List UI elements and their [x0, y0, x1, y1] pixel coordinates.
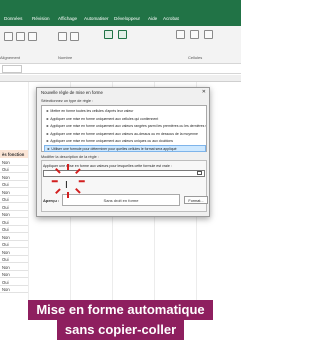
table-cell[interactable]: Non: [0, 158, 28, 166]
tab-donnees[interactable]: Données: [4, 16, 22, 21]
group-label-nombre: Nombre: [58, 55, 73, 60]
rule-type-item[interactable]: ► Appliquer une mise en forme uniquement…: [44, 123, 206, 130]
align-center-icon[interactable]: [16, 32, 25, 41]
tab-developpeur[interactable]: Développeur: [114, 16, 140, 21]
tab-aide[interactable]: Aide: [148, 16, 157, 21]
rule-type-label: Sélectionnez un type de règle :: [41, 99, 94, 103]
new-rule-dialog: Nouvelle règle de mise en forme ✕ Sélect…: [36, 87, 210, 217]
table-cell[interactable]: Oui: [0, 181, 28, 188]
formula-input[interactable]: [43, 170, 205, 177]
text-cursor-icon: I: [65, 180, 68, 191]
close-icon[interactable]: ✕: [202, 89, 206, 95]
click-ray: [67, 164, 69, 170]
format-button[interactable]: Format...: [184, 196, 208, 204]
ribbon-tab-bar: Données Révision Affichage Automatiser D…: [0, 0, 241, 26]
table-cell[interactable]: Non: [0, 233, 28, 241]
table-cell[interactable]: Oui: [0, 203, 28, 211]
percent-icon[interactable]: [70, 32, 79, 41]
table-cell[interactable]: Oui: [0, 256, 28, 263]
rule-type-item[interactable]: ► Appliquer une mise en forme uniquement…: [44, 116, 206, 123]
table-cell[interactable]: Oui: [0, 226, 28, 233]
table-cell[interactable]: Oui: [0, 278, 28, 286]
click-ray: [78, 180, 85, 182]
table-cell[interactable]: Non: [0, 211, 28, 218]
caption-line-2: sans copier-coller: [56, 320, 185, 340]
preview-label: Aperçu :: [43, 198, 60, 203]
name-box[interactable]: [2, 65, 22, 73]
formula-label: Appliquer une mise en forme aux valeurs …: [43, 164, 172, 168]
format-table-icon[interactable]: [118, 30, 127, 39]
caption-line-1: Mise en forme automatique: [28, 300, 213, 320]
table-cell[interactable]: Oui: [0, 241, 28, 248]
rule-type-item[interactable]: ► Mettre en forme toutes les cellules d'…: [44, 108, 206, 115]
table-cell[interactable]: Non: [0, 188, 28, 196]
table-cell[interactable]: Oui: [0, 166, 28, 173]
data-column: ès fonction Non Oui Non Oui Non Oui Oui …: [0, 150, 28, 300]
grid-line: [28, 82, 29, 300]
table-cell[interactable]: Oui: [0, 196, 28, 203]
click-ray: [51, 180, 58, 182]
video-caption: Mise en forme automatique sans copier-co…: [0, 300, 241, 340]
column-headers: [0, 75, 241, 82]
table-cell[interactable]: Non: [0, 173, 28, 181]
number-format-icon[interactable]: [58, 32, 67, 41]
table-cell[interactable]: Non: [0, 263, 28, 271]
click-ray: [67, 192, 69, 198]
table-cell[interactable]: Non: [0, 286, 28, 293]
conditional-format-icon[interactable]: [104, 30, 113, 39]
table-cell[interactable]: Non: [0, 248, 28, 256]
group-label-alignement: Alignement: [0, 55, 21, 60]
tab-revision[interactable]: Révision: [32, 16, 50, 21]
column-header-cell[interactable]: ès fonction: [0, 150, 28, 158]
format-preview: Sans droit en forme: [62, 194, 180, 206]
rule-type-list[interactable]: ► Mettre en forme toutes les cellules d'…: [41, 105, 207, 152]
rule-type-item-formula[interactable]: ► Utiliser une formule pour déterminer p…: [44, 145, 206, 152]
collapse-dialog-icon[interactable]: [197, 171, 202, 175]
insert-cells-icon[interactable]: [176, 30, 185, 39]
tab-automatiser[interactable]: Automatiser: [84, 16, 109, 21]
rule-type-item[interactable]: ► Appliquer une mise en forme uniquement…: [44, 131, 206, 138]
ribbon-body: Alignement Nombre Cellules: [0, 26, 241, 64]
table-cell[interactable]: Non: [0, 271, 28, 278]
dialog-title: Nouvelle règle de mise en forme: [41, 90, 103, 95]
edit-description-label: Modifier la description de la règle :: [41, 155, 99, 159]
tab-affichage[interactable]: Affichage: [58, 16, 77, 21]
delete-cells-icon[interactable]: [190, 30, 199, 39]
format-cells-icon[interactable]: [204, 30, 213, 39]
align-left-icon[interactable]: [4, 32, 13, 41]
formula-bar[interactable]: [0, 64, 241, 74]
group-label-cellules: Cellules: [188, 55, 203, 60]
table-cell[interactable]: Oui: [0, 218, 28, 226]
rule-type-item[interactable]: ► Appliquer une mise en forme uniquement…: [44, 138, 206, 145]
tab-acrobat[interactable]: Acrobat: [163, 16, 179, 21]
wrap-text-icon[interactable]: [28, 32, 37, 41]
